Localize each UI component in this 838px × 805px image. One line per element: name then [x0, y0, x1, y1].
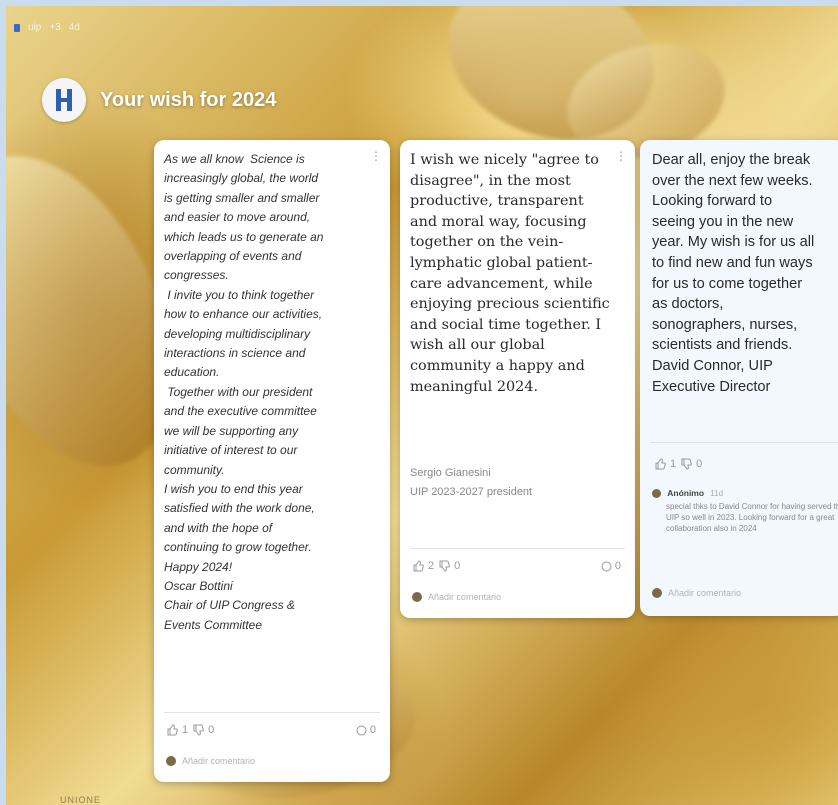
- dislikes-count: 0: [208, 724, 215, 736]
- post-signature: Sergio Gianesini UIP 2023-2027 president: [410, 464, 532, 502]
- board-header: Your wish for 2024: [42, 78, 276, 122]
- user-avatar-icon: [166, 756, 176, 766]
- divider: [650, 442, 838, 443]
- topbar-item[interactable]: +3: [49, 22, 60, 33]
- more-options-icon[interactable]: ⋮: [615, 150, 627, 162]
- comment-time: 11d: [710, 489, 724, 498]
- topbar-item[interactable]: uip: [28, 22, 41, 33]
- comment-text: special thks to David Connor for having …: [666, 502, 838, 533]
- reactions-bar: 1 0: [654, 458, 702, 470]
- comment-author: Anónimo: [667, 488, 705, 498]
- add-comment-button[interactable]: Añadir comentario: [652, 588, 741, 598]
- uip-icon: [14, 23, 20, 32]
- board-title: Your wish for 2024: [100, 88, 277, 111]
- divider: [410, 548, 625, 549]
- background-watermark: UNIONE: [60, 795, 102, 805]
- add-comment-button[interactable]: Añadir comentario: [412, 592, 501, 602]
- signature-name: Sergio Gianesini: [410, 467, 491, 479]
- post-body: Dear all, enjoy the break over the next …: [652, 152, 815, 395]
- add-comment-label: Añadir comentario: [668, 588, 742, 598]
- post-body: As we all know Science is increasingly g…: [164, 152, 324, 632]
- thumbs-down-icon[interactable]: [438, 560, 450, 572]
- likes-count: 1: [182, 724, 189, 736]
- comments-count-value: 0: [614, 560, 621, 572]
- comments-count[interactable]: 0: [601, 560, 621, 572]
- thumbs-down-icon[interactable]: [192, 724, 204, 736]
- board-topbar: uip +3 4d: [14, 22, 80, 33]
- thumbs-up-icon[interactable]: [654, 458, 666, 470]
- user-avatar-icon: [412, 592, 422, 602]
- thumbs-down-icon[interactable]: [680, 458, 692, 470]
- board-avatar[interactable]: [42, 78, 86, 122]
- user-avatar-icon: [652, 588, 662, 598]
- comment-icon: [356, 725, 367, 735]
- comment-item: Anónimo 11d special thks to David Connor…: [652, 488, 838, 534]
- user-avatar-icon: [652, 489, 661, 499]
- dislikes-count: 0: [454, 560, 461, 572]
- post-card[interactable]: Dear all, enjoy the break over the next …: [640, 140, 838, 616]
- add-comment-button[interactable]: Añadir comentario: [166, 756, 255, 766]
- comments-count-value: 0: [369, 724, 376, 736]
- topbar-item: 4d: [68, 22, 80, 33]
- post-card[interactable]: ⋮ As we all know Science is increasingly…: [154, 140, 390, 782]
- add-comment-label: Añadir comentario: [182, 756, 256, 766]
- dislikes-count: 0: [696, 458, 703, 470]
- comment-icon: [601, 561, 612, 571]
- uip-logo-icon: [56, 89, 72, 111]
- thumbs-up-icon[interactable]: [412, 560, 424, 572]
- reactions-bar: 2 0: [412, 560, 460, 572]
- post-body: I wish we nicely "agree to disagree", in…: [410, 152, 610, 395]
- reactions-bar: 1 0: [166, 724, 214, 736]
- comments-count[interactable]: 0: [356, 724, 376, 736]
- likes-count: 1: [670, 458, 677, 470]
- thumbs-up-icon[interactable]: [166, 724, 178, 736]
- post-card[interactable]: ⋮ I wish we nicely "agree to disagree", …: [400, 140, 635, 618]
- add-comment-label: Añadir comentario: [428, 592, 502, 602]
- divider: [164, 712, 380, 713]
- likes-count: 2: [428, 560, 435, 572]
- signature-role: UIP 2023-2027 president: [410, 486, 533, 498]
